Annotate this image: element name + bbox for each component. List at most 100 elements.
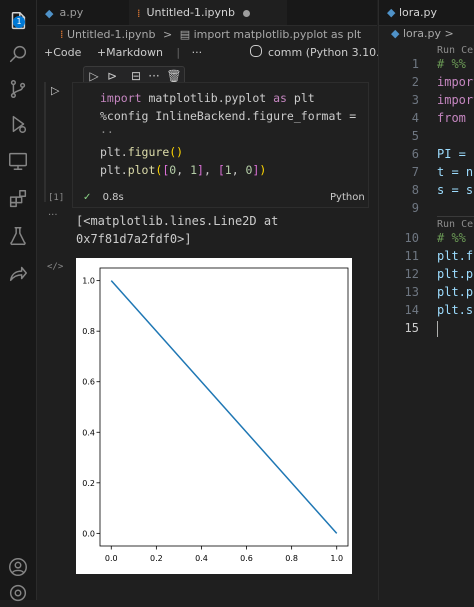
line-number: 15 — [404, 321, 419, 335]
remote-explorer-icon[interactable] — [7, 150, 29, 172]
right-breadcrumb-file[interactable]: lora.py > — [403, 27, 454, 40]
kernel-picker[interactable]: comm (Python 3.10.4) — [250, 44, 391, 62]
token-number: 1 — [190, 163, 198, 177]
output-more-icon[interactable]: ··· — [48, 210, 58, 221]
kernel-label: comm (Python 3.10.4) — [268, 46, 391, 59]
run-cell-codelens[interactable]: Run Cel — [437, 45, 474, 56]
tab-label: lora.py — [398, 6, 438, 19]
text-cursor — [437, 321, 438, 337]
token-bracket: ] — [197, 163, 204, 177]
python-file-icon: ◆ — [391, 27, 403, 40]
right-editor: ◆ lora.py ◆ lora.py > Run Cel 1 # %% 2 impo… — [378, 0, 474, 600]
x-tick-label: 0.2 — [150, 554, 163, 563]
breadcrumb: ⁞ Untitled-1.ipynb > ▤ import matplotlib… — [60, 27, 361, 43]
editor-tab-bar: ◆ a.py ⁞ Untitled-1.ipynb — [37, 0, 377, 26]
token-comma: , — [203, 163, 218, 177]
line-number: 11 — [404, 249, 419, 263]
line-number: 4 — [411, 111, 419, 125]
x-tick-label: 1.0 — [330, 554, 343, 563]
line-number: 3 — [411, 93, 419, 107]
token-obj: plt. — [100, 163, 128, 177]
token-keyword: as — [273, 91, 287, 105]
y-tick-label: 0.6 — [82, 378, 95, 387]
line-number: 12 — [404, 267, 419, 281]
output-line-2: 0x7f81d7a2fdf0>] — [76, 232, 192, 246]
line-number: 5 — [411, 129, 419, 143]
code-line-2: %config InlineBackend.figure_format = — [100, 109, 357, 123]
breadcrumb-separator: > — [162, 28, 173, 41]
token-alias: plt — [286, 91, 315, 105]
check-icon: ✓ — [83, 192, 92, 203]
notebook-toolbar: + Code + Markdown | ··· — [44, 44, 202, 62]
y-tick-label: 1.0 — [82, 277, 95, 286]
token-module: matplotlib.pyplot — [141, 91, 274, 105]
output-text: [<matplotlib.lines.Line2D at 0x7f81d7a2f… — [76, 212, 278, 248]
code-cell[interactable]: import matplotlib.pyplot as plt %config … — [72, 82, 369, 208]
tab-lora-py[interactable]: ◆ lora.py — [387, 0, 437, 25]
execution-status: ✓ 0.8s — [83, 192, 124, 203]
run-cell-codelens[interactable]: Run Cel — [437, 219, 474, 230]
code-line: plt.fi — [437, 249, 474, 263]
tab-label: a.py — [59, 6, 84, 19]
line-number: 14 — [404, 303, 419, 317]
token-comma: , — [176, 163, 191, 177]
line-chart: 0.0 0.2 0.4 0.6 0.8 1.0 0.0 0.2 0.4 0.6 0.8 1.0 — [82, 267, 349, 563]
share-icon[interactable] — [7, 262, 29, 284]
x-tick-label: 0.6 — [240, 554, 253, 563]
token-paren: ) — [259, 163, 267, 177]
code-line: import — [437, 75, 474, 89]
execution-count: [1] — [48, 193, 65, 203]
right-breadcrumb: ◆ lora.py > — [391, 27, 454, 40]
code-line-2-wrap: ·· — [100, 125, 114, 139]
plus-icon: + — [96, 46, 107, 59]
kernel-icon — [250, 45, 262, 57]
breadcrumb-file[interactable]: Untitled-1.ipynb — [67, 28, 155, 41]
code-line: plt.sh — [437, 303, 474, 317]
python-file-icon: ◆ — [387, 6, 399, 19]
line-number: 1 — [411, 57, 419, 71]
breadcrumb-symbol[interactable]: import matplotlib.pyplot as plt — [194, 28, 362, 41]
account-icon[interactable] — [7, 556, 29, 578]
output-mime-icon[interactable]: </> — [47, 262, 63, 272]
output-line-1: [<matplotlib.lines.Line2D at — [76, 214, 279, 228]
symbol-icon: ▤ — [179, 28, 194, 41]
code-line: import — [437, 93, 474, 107]
cell-language[interactable]: Python — [330, 192, 365, 203]
search-icon[interactable] — [7, 43, 29, 65]
token-obj: plt. — [100, 145, 128, 159]
x-tick-label: 0.8 — [285, 554, 298, 563]
line-number: 13 — [404, 285, 419, 299]
code-line: plt.pl — [437, 267, 474, 281]
token-keyword: import — [100, 91, 142, 105]
settings-gear-icon[interactable] — [7, 582, 29, 604]
cell-separator — [437, 216, 474, 217]
run-debug-icon[interactable] — [7, 113, 29, 135]
add-markdown-cell-button[interactable]: + Markdown — [97, 44, 163, 62]
token-function: figure — [127, 145, 170, 159]
tab-untitled-notebook[interactable]: ⁞ Untitled-1.ipynb — [129, 0, 287, 25]
execute-cell-button[interactable]: ▷ — [51, 84, 59, 97]
testing-icon[interactable] — [7, 225, 29, 247]
explorer-badge: 1 — [13, 16, 25, 28]
extensions-icon[interactable] — [7, 188, 29, 210]
line-number: 2 — [411, 75, 419, 89]
unsaved-dot-icon[interactable] — [242, 9, 250, 17]
token-function: plot — [127, 163, 156, 177]
line-number: 9 — [411, 201, 419, 215]
plot-output: 0.0 0.2 0.4 0.6 0.8 1.0 0.0 0.2 0.4 0.6 0.8 1.0 — [76, 258, 352, 574]
code-line: # %% — [437, 57, 466, 71]
notebook-icon: ⁞ — [137, 6, 141, 20]
tab-a-py[interactable]: ◆ a.py — [45, 0, 127, 25]
code-line: plt.pl — [437, 285, 474, 299]
activity-bar: 1 — [0, 0, 37, 602]
y-tick-label: 0.2 — [82, 479, 95, 488]
cell-focus-bar — [44, 82, 46, 202]
notebook-icon: ⁞ — [60, 28, 67, 41]
token-comma: , — [231, 163, 246, 177]
source-control-icon[interactable] — [7, 78, 29, 100]
code-line-1: import matplotlib.pyplot as plt — [100, 91, 315, 105]
more-actions-button[interactable]: ··· — [192, 44, 203, 62]
x-tick-label: 0.4 — [195, 554, 208, 563]
add-code-cell-button[interactable]: + Code — [44, 44, 81, 62]
toolbar-divider: | — [176, 46, 181, 59]
